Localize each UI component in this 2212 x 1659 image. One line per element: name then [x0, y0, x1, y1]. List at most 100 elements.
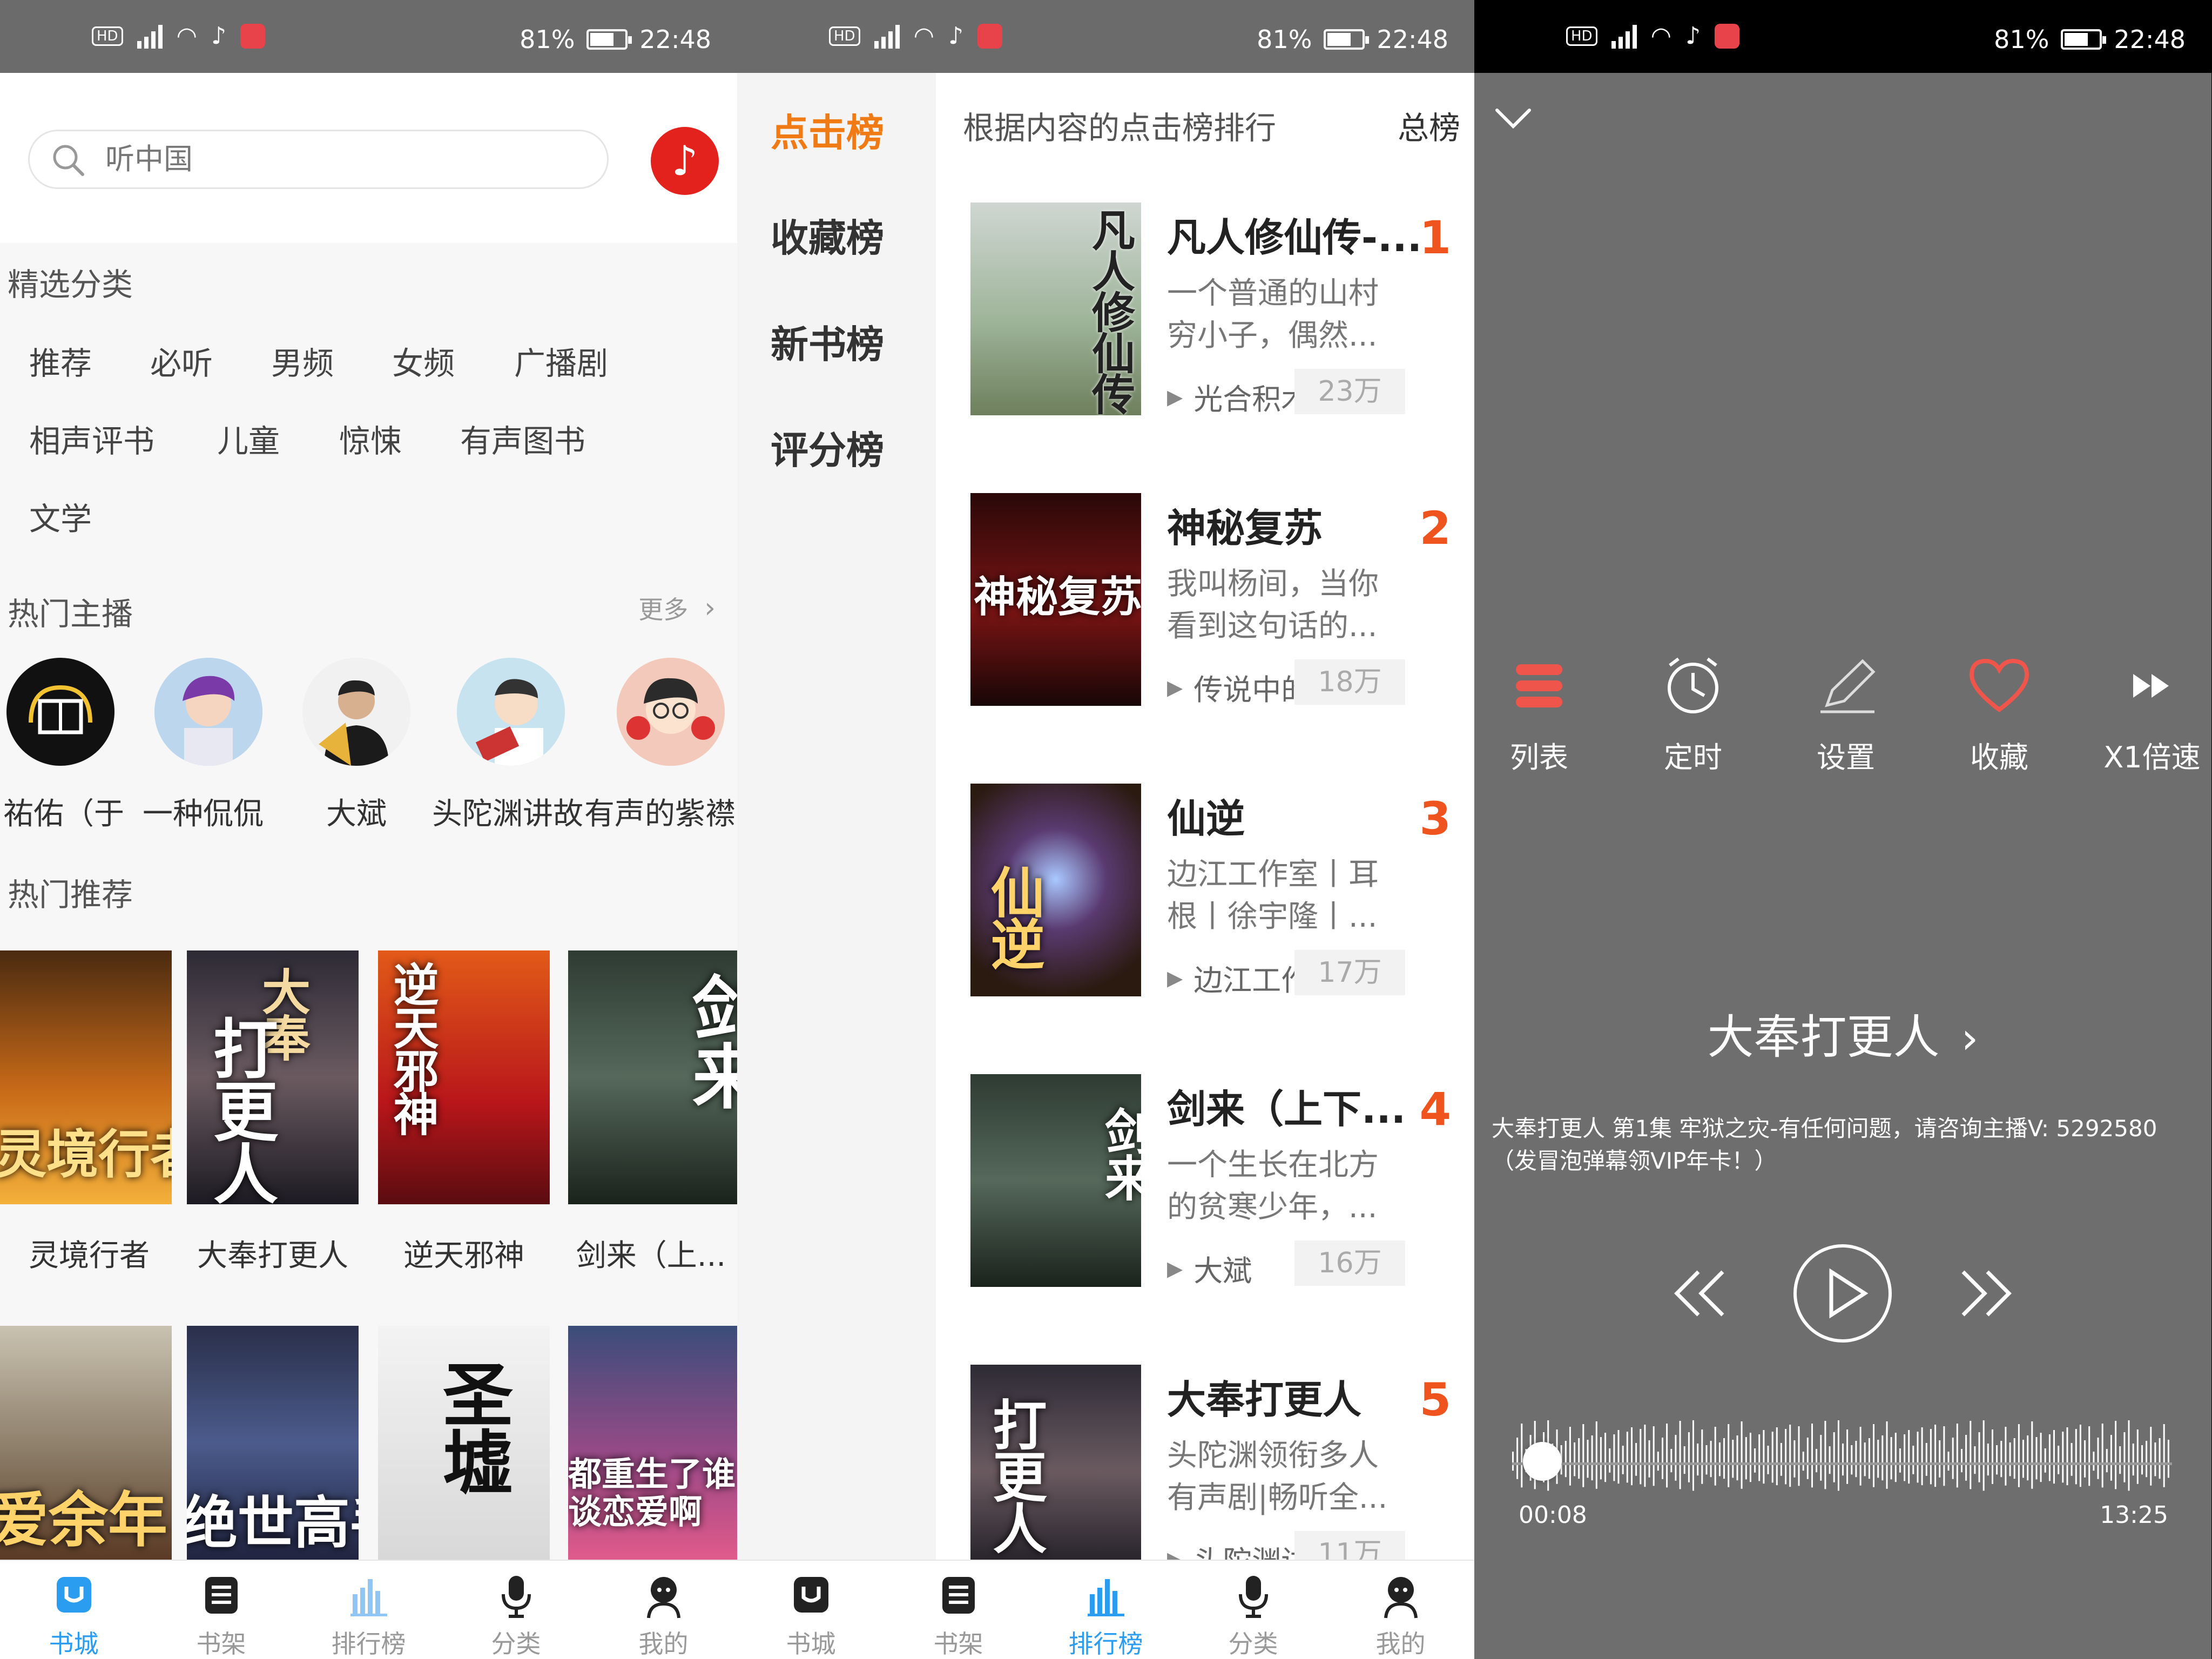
category-biting[interactable]: 必听 [150, 338, 213, 383]
nav-store[interactable]: 书城 [737, 1561, 885, 1659]
category-tuijian[interactable]: 推荐 [29, 338, 92, 383]
book-cover[interactable]: 圣墟 [378, 1326, 550, 1560]
rank-item[interactable]: 打更人 大奉打更人 5 头陀渊领衔多人有声剧|畅听全... ▶ 头陀渊讲 11万 [970, 1365, 1456, 1560]
tab-click-rank[interactable]: 点击榜 [771, 103, 884, 157]
waveform-bar [1776, 1427, 1778, 1486]
status-bar: HD ◠ ♪ 81% 22:48 [0, 0, 737, 73]
waveform-bar [2018, 1424, 2020, 1487]
rank-item[interactable]: 仙逆 仙逆 3 边江工作室丨耳根丨徐宇隆丨... ▶ 边江工作 17万 [970, 784, 1456, 1010]
book-title[interactable]: 灵境行者 [0, 1231, 178, 1275]
cover-title: 圣墟 [431, 1358, 513, 1494]
host-avatar[interactable] [302, 658, 410, 766]
host-avatar[interactable] [6, 658, 114, 766]
nav-store[interactable]: 书城 [0, 1561, 147, 1659]
waveform-bar [1569, 1427, 1571, 1486]
player-title-link[interactable]: 大奉打更人 › [1474, 999, 2211, 1067]
mute-icon: ♪ [211, 22, 227, 50]
host-avatar[interactable] [154, 658, 262, 766]
nav-rank[interactable]: 排行榜 [1032, 1561, 1179, 1659]
progress-waveform[interactable] [1512, 1420, 2172, 1512]
rank-number: 4 [1419, 1083, 1451, 1136]
waveform-bar [1666, 1424, 1668, 1488]
book-title[interactable]: 逆天邪神 [375, 1231, 553, 1275]
speed-button[interactable]: X1倍速 [2087, 653, 2211, 776]
playlist-button[interactable]: 列表 [1474, 653, 1604, 776]
rank-item[interactable]: 神秘复苏 神秘复苏 2 我叫杨间，当你看到这句话的... ▶ 传说中的 18万 [970, 493, 1456, 720]
waveform-bar [1516, 1438, 1519, 1479]
rank-scope-button[interactable]: 总榜 [1398, 103, 1460, 148]
nav-shelf[interactable]: 书架 [147, 1561, 295, 1659]
tool-label: 定时 [1664, 740, 1722, 774]
book-cover[interactable]: 灵境行者 [0, 950, 172, 1204]
nav-category[interactable]: 分类 [1179, 1561, 1327, 1659]
waveform-bar [1653, 1426, 1655, 1486]
tab-new-rank[interactable]: 新书榜 [771, 314, 884, 369]
category-xiangsheng[interactable]: 相声评书 [29, 416, 154, 461]
waveform-bar [1574, 1442, 1576, 1476]
tool-label: 列表 [1510, 740, 1568, 774]
waveform-bar [1657, 1452, 1659, 1471]
book-cover[interactable]: 大奉 打更人 [187, 950, 359, 1204]
music-button[interactable]: ♪ [651, 127, 719, 195]
nav-rank[interactable]: 排行榜 [295, 1561, 442, 1659]
settings-button[interactable]: 设置 [1781, 653, 1911, 776]
wifi-icon: ◠ [176, 22, 197, 50]
play-button[interactable] [1791, 1242, 1894, 1345]
host-name[interactable]: 有声的紫襟 [584, 790, 737, 833]
waveform-bar [2009, 1442, 2011, 1476]
tab-score-rank[interactable]: 评分榜 [771, 420, 884, 475]
nav-label: 排行榜 [331, 1629, 406, 1658]
category-wenxue[interactable]: 文学 [29, 494, 92, 539]
cover-title: 剑来 [1096, 1107, 1141, 1199]
fast-forward-button[interactable] [1933, 1242, 2036, 1345]
category-ertong[interactable]: 儿童 [217, 416, 280, 461]
search-placeholder: 听中国 [105, 142, 193, 176]
category-nanpin[interactable]: 男频 [271, 338, 334, 383]
book-title[interactable]: 大奉打更人 [184, 1231, 362, 1275]
category-nvpin[interactable]: 女频 [392, 338, 455, 383]
host-name[interactable]: 头陀渊讲故 [432, 790, 599, 833]
timer-button[interactable]: 定时 [1628, 653, 1758, 776]
tab-favorite-rank[interactable]: 收藏榜 [771, 208, 884, 262]
book-cover[interactable]: 爱余年 [0, 1326, 172, 1560]
host-name[interactable]: 一种侃侃 [143, 790, 264, 833]
more-hosts-link[interactable]: 更多 › [638, 590, 716, 626]
rank-tabs: 点击榜 收藏榜 新书榜 评分榜 [737, 73, 936, 1560]
mute-icon: ♪ [1685, 22, 1701, 50]
play-count: 23万 [1294, 369, 1405, 414]
host-avatar[interactable] [457, 658, 565, 766]
music-note-icon: ♪ [671, 137, 698, 185]
nav-me[interactable]: 我的 [590, 1561, 737, 1659]
book-cover[interactable]: 绝世高手 [187, 1326, 359, 1560]
waveform-bar [1745, 1437, 1747, 1480]
book-cover[interactable]: 都重生了谁谈恋爱啊 [568, 1326, 737, 1560]
rank-item[interactable]: 剑来 剑来（上下... 4 一个生长在北方的贫寒少年，... ▶ 大斌 16万 [970, 1074, 1456, 1301]
book-cover[interactable]: 逆天邪神 [378, 950, 550, 1204]
waveform-bar [1728, 1424, 1730, 1487]
host-name[interactable]: 大斌 [326, 790, 387, 833]
host-name[interactable]: 祐佑（于 [3, 790, 124, 833]
waveform-bar [1939, 1440, 1941, 1478]
waveform-bar [1670, 1449, 1673, 1473]
book-cover[interactable]: 剑来 [568, 950, 737, 1204]
category-audiobook[interactable]: 有声图书 [460, 416, 585, 461]
nav-shelf[interactable]: 书架 [885, 1561, 1032, 1659]
book-title[interactable]: 剑来（上... [565, 1231, 737, 1275]
nav-me[interactable]: 我的 [1327, 1561, 1474, 1659]
favorite-button[interactable]: 收藏 [1934, 653, 2064, 776]
store-panel: HD ◠ ♪ 81% 22:48 听中国 ♪ 精选分类 推荐 必听 男频 女频 … [0, 0, 737, 1659]
rank-item[interactable]: 凡人修仙传 凡人修仙传-... 1 一个普通的山村穷小子，偶然... ▶ 光合积木… [970, 203, 1456, 429]
rewind-button[interactable] [1650, 1242, 1752, 1345]
category-guangboju[interactable]: 广播剧 [514, 338, 608, 383]
book-description: 头陀渊领衔多人有声剧|畅听全... [1167, 1438, 1388, 1515]
rank-header: 根据内容的点击榜排行 [963, 110, 1277, 146]
search-input[interactable]: 听中国 [28, 130, 609, 189]
chevron-right-icon: › [704, 592, 716, 624]
book-title: 凡人修仙传-... [1167, 215, 1422, 260]
progress-knob[interactable] [1523, 1442, 1562, 1481]
host-avatar[interactable] [617, 658, 725, 766]
nav-category[interactable]: 分类 [442, 1561, 590, 1659]
collapse-chevron-icon[interactable] [1492, 103, 1535, 135]
waveform-bar [1521, 1424, 1523, 1488]
category-jingsong[interactable]: 惊悚 [339, 416, 402, 461]
